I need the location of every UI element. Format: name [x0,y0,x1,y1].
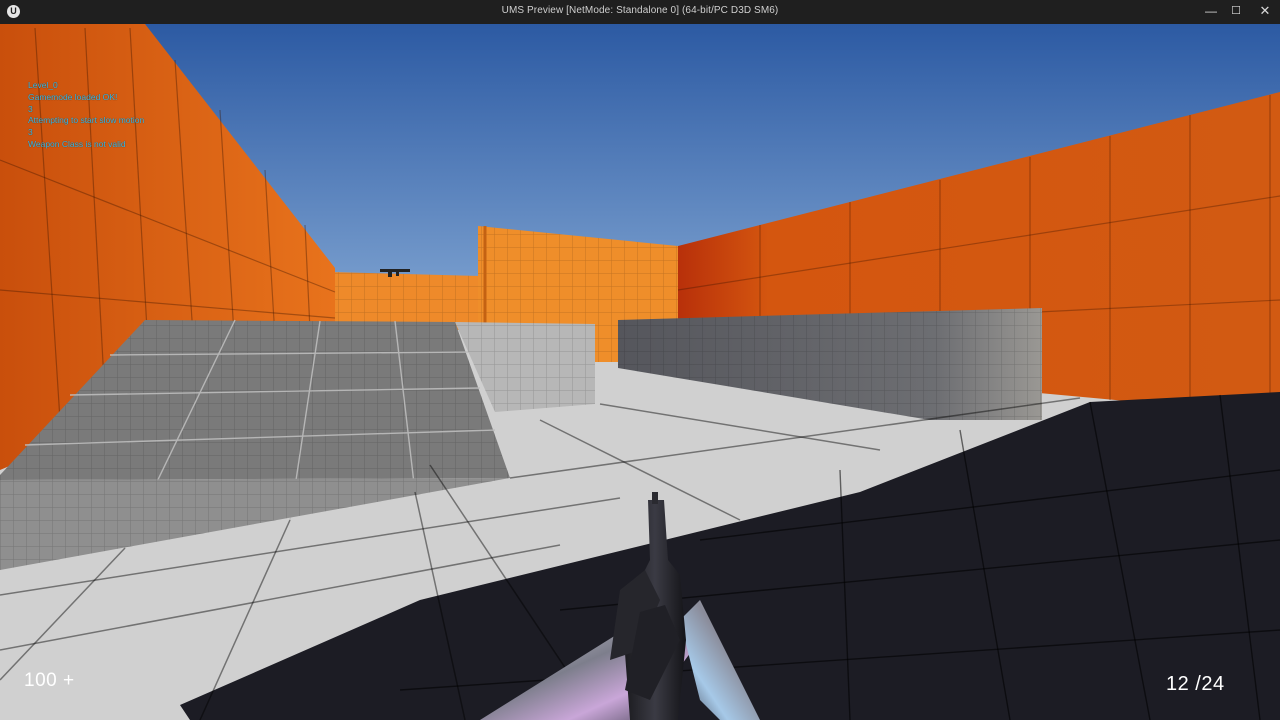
debug-line: Gamemode loaded OK! [28,91,118,102]
maximize-button[interactable]: ☐ [1221,0,1251,24]
window-title: UMS Preview [NetMode: Standalone 0] (64-… [501,5,779,16]
debug-line: Weapon Class is not valid [28,138,126,149]
close-button[interactable]: ✕ [1250,0,1280,24]
ammo-counter: 12 /24 [1166,673,1225,695]
health-counter: 100 + [24,670,75,691]
debug-log: Level_0 Gamemode loaded OK! 3 Attempting… [28,80,144,151]
debug-line: 3 [28,103,33,114]
debug-line: Attempting to start slow motion [28,115,145,126]
debug-line: Level_0 [28,80,58,90]
scene-render [0,24,1280,720]
debug-line: 3 [28,127,33,138]
game-viewport[interactable]: Level_0 Gamemode loaded OK! 3 Attempting… [0,24,1280,720]
title-bar: U UMS Preview [NetMode: Standalone 0] (6… [0,0,1280,24]
